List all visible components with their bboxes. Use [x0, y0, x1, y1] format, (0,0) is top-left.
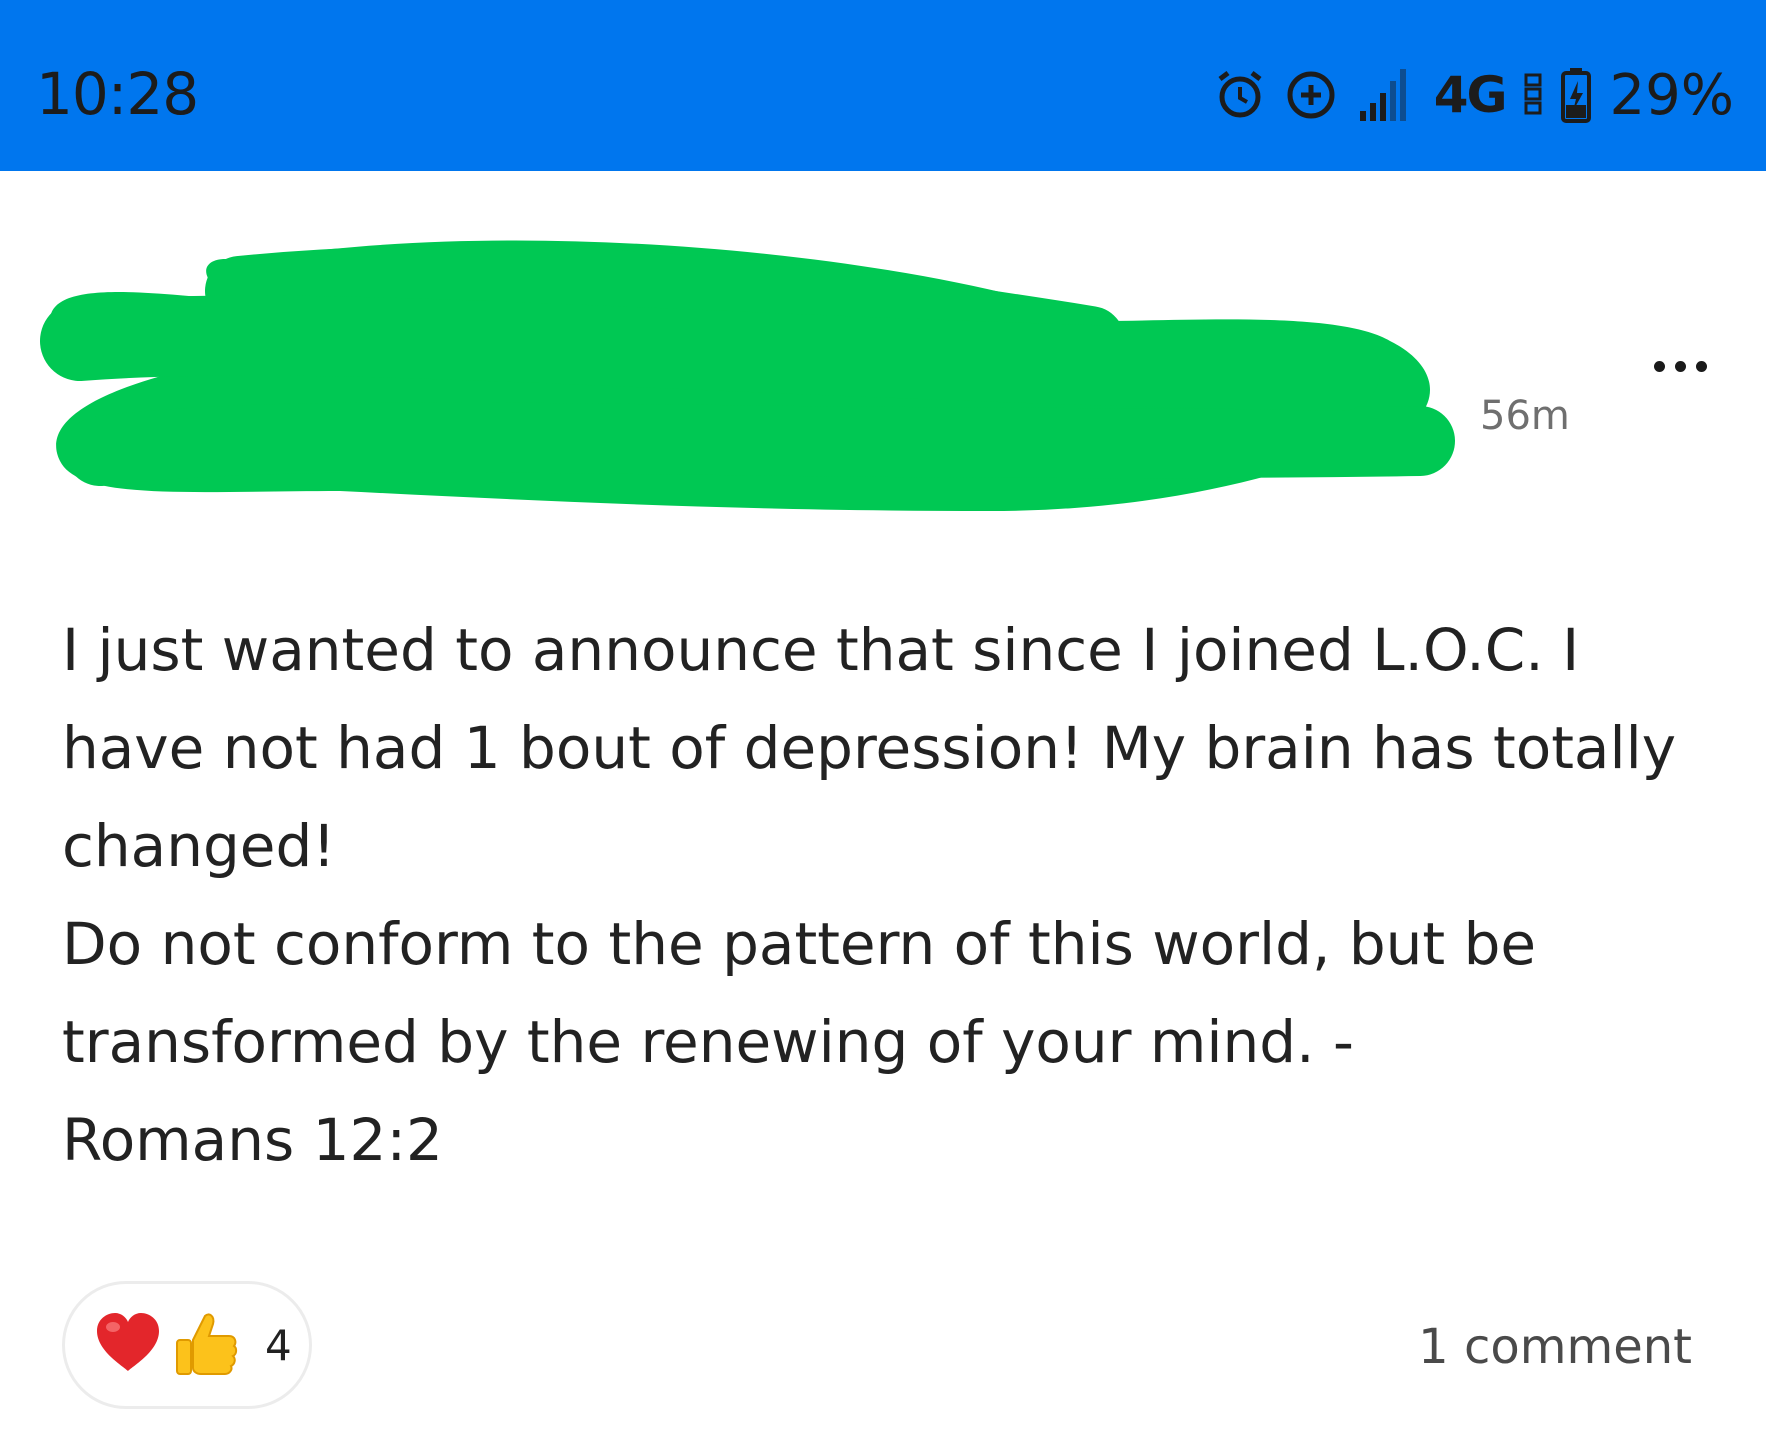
post-paragraph: Romans 12:2	[62, 1106, 443, 1174]
post-timestamp: 56m	[1480, 393, 1570, 439]
more-dot-icon	[1674, 360, 1686, 372]
battery-percent: 29%	[1609, 62, 1734, 128]
heart-icon	[93, 1311, 163, 1379]
network-type: 4G	[1433, 66, 1508, 124]
post-paragraph: I just wanted to announce that since I j…	[62, 616, 1677, 880]
volte-icon	[1524, 73, 1542, 117]
post-author[interactable]	[40, 231, 1560, 551]
post-body: I just wanted to announce that since I j…	[62, 601, 1702, 1189]
redaction-scribble	[40, 240, 1455, 511]
status-time: 10:28	[36, 60, 199, 128]
status-bar: 10:28 4G 29%	[0, 0, 1766, 171]
post-card: 56m I just wanted to announce that since…	[0, 171, 1766, 1440]
status-icons: 4G 29%	[1214, 60, 1734, 130]
more-options-button[interactable]	[1640, 341, 1720, 391]
post-paragraph: Do not conform to the pattern of this wo…	[62, 910, 1537, 1076]
signal-icon	[1356, 67, 1416, 123]
more-dot-icon	[1653, 360, 1665, 372]
reactions-button[interactable]: 4	[62, 1281, 312, 1409]
data-saver-icon	[1284, 68, 1338, 122]
comments-link[interactable]: 1 comment	[1418, 1319, 1692, 1375]
battery-charging-icon	[1560, 67, 1592, 123]
alarm-icon	[1214, 69, 1266, 121]
reaction-count: 4	[265, 1320, 292, 1370]
more-dot-icon	[1695, 360, 1707, 372]
thumbs-up-icon	[171, 1308, 241, 1382]
